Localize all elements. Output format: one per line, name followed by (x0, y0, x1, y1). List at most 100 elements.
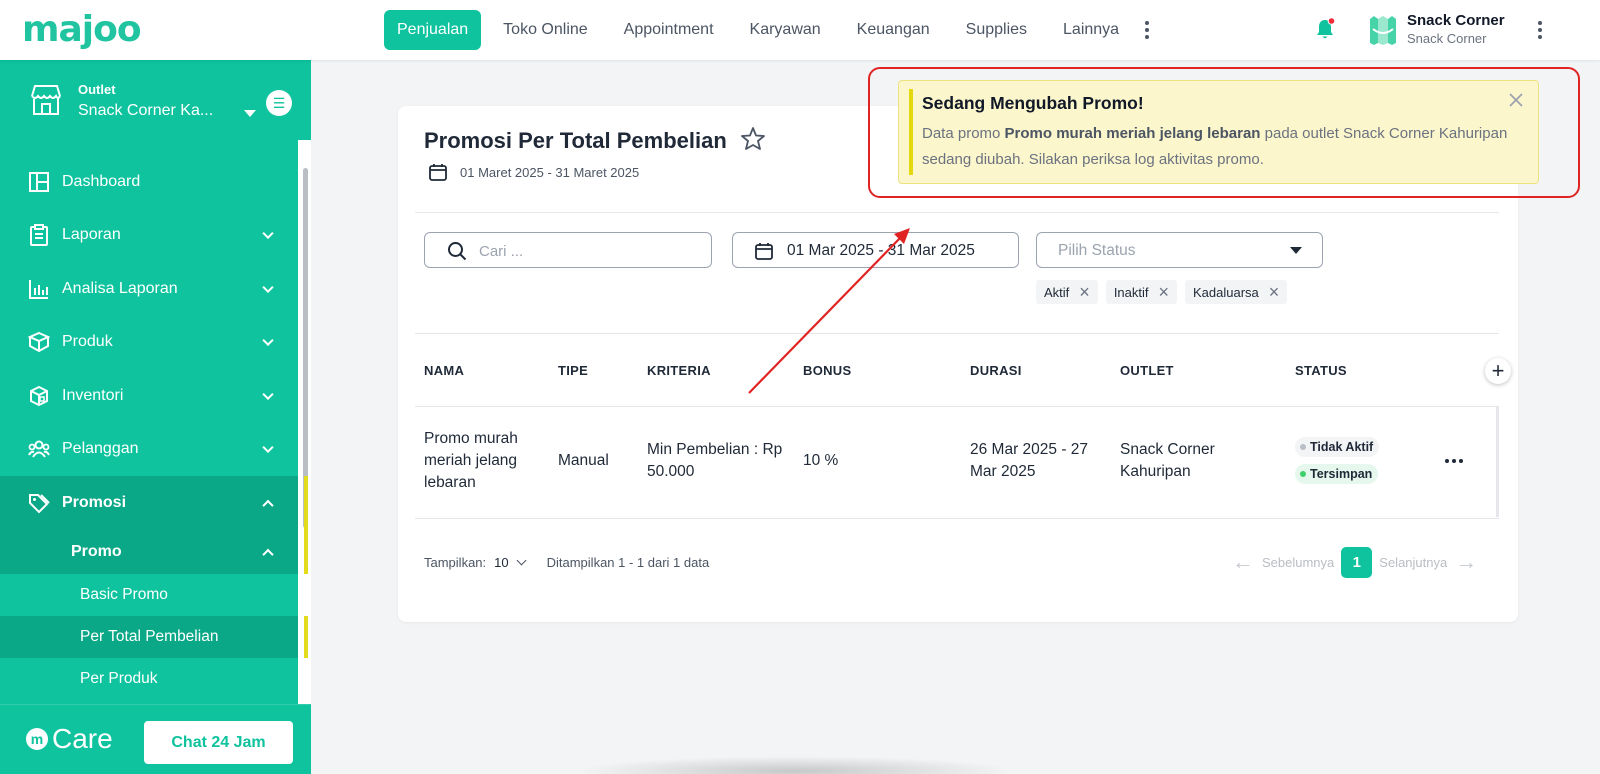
row-actions-icon[interactable] (1444, 451, 1464, 471)
user-name[interactable]: Snack Corner (1407, 12, 1505, 29)
cube-icon (28, 385, 50, 407)
column-header-durasi[interactable]: DURASI (970, 363, 1022, 378)
per-page-select[interactable]: 10 (494, 555, 527, 570)
sidebar-item-produk[interactable]: Produk (0, 316, 298, 370)
table-row[interactable]: Promo murah meriah jelang lebaran Manual… (415, 407, 1499, 517)
chip-aktif[interactable]: Aktif × (1036, 280, 1098, 304)
sidebar-item-inventori[interactable]: Inventori (0, 369, 298, 423)
column-header-kriteria[interactable]: KRITERIA (647, 363, 711, 378)
cell-bonus: 10 % (803, 452, 839, 469)
cell-outlet: Snack Corner Kahuripan (1120, 441, 1215, 480)
chevron-down-icon (262, 227, 274, 240)
toast-body-promo-name: Promo murah meriah jelang lebaran (1004, 125, 1261, 142)
bottom-shadow (575, 756, 1015, 774)
chip-kadaluarsa[interactable]: Kadaluarsa × (1185, 280, 1288, 304)
calendar-icon (755, 243, 773, 260)
nav-karyawan[interactable]: Karyawan (732, 10, 839, 50)
divider (415, 212, 1499, 213)
box-icon (28, 331, 50, 353)
nav-more-icon[interactable] (1137, 15, 1157, 45)
logo-text: majoo (22, 8, 142, 50)
status-text: Tersimpan (1310, 467, 1373, 481)
sidebar-item-pelanggan[interactable]: Pelanggan (0, 423, 298, 477)
column-header-bonus[interactable]: BONUS (803, 363, 851, 378)
sidebar-scrollbar-thumb[interactable] (303, 168, 308, 528)
table-scrollbar[interactable] (1496, 407, 1499, 517)
sidebar-item-promosi[interactable]: Promosi (0, 476, 308, 530)
next-page-button[interactable]: Selanjutnya (1379, 555, 1447, 570)
add-column-button[interactable]: + (1485, 358, 1511, 384)
per-page-value: 10 (494, 555, 509, 570)
divider (415, 333, 1499, 334)
cell-tipe: Manual (558, 452, 609, 469)
outlet-selector[interactable]: Outlet Snack Corner Ka... (0, 60, 311, 140)
active-indicator (304, 476, 308, 530)
nav-penjualan[interactable]: Penjualan (384, 10, 482, 50)
dashboard-icon (28, 171, 50, 193)
top-bar: majoo Penjualan Toko Online Appointment … (0, 0, 1600, 60)
majoo-logo[interactable]: majoo (22, 8, 142, 50)
sidebar: Outlet Snack Corner Ka... ☰ Dashboard La… (0, 60, 311, 774)
chip-label: Inaktif (1113, 284, 1149, 300)
chip-inaktif[interactable]: Inaktif × (1105, 280, 1178, 304)
sidebar-subitem-per-produk[interactable]: Per Produk (0, 658, 298, 700)
pagination-info: Tampilkan: 10 Ditampilkan 1 - 1 dari 1 d… (424, 555, 709, 570)
sidebar-subitem-promo[interactable]: Promo (0, 529, 308, 574)
page-1-button[interactable]: 1 (1341, 546, 1373, 578)
sidebar-item-label: Promosi (62, 493, 127, 511)
search-input[interactable] (479, 241, 699, 261)
search-icon (448, 242, 467, 261)
date-range-value: 01 Mar 2025 - 31 Mar 2025 (787, 242, 975, 259)
star-icon[interactable] (740, 126, 766, 152)
store-icon (31, 85, 61, 115)
majoo-care-logo: m Care (26, 723, 113, 755)
status-select[interactable]: Pilih Status (1036, 232, 1323, 268)
prev-page-button[interactable]: Sebelumnya (1262, 555, 1334, 570)
chip-label: Kadaluarsa (1193, 284, 1259, 300)
column-header-nama[interactable]: NAMA (424, 363, 464, 378)
chat-24-jam-button[interactable]: Chat 24 Jam (144, 721, 293, 764)
column-header-outlet[interactable]: OUTLET (1120, 363, 1174, 378)
cell-nama: Promo murah meriah jelang lebaran (424, 430, 518, 491)
cell-durasi: 26 Mar 2025 - 27 Mar 2025 (970, 441, 1089, 480)
sidebar-item-label: Analisa Laporan (62, 279, 178, 297)
plus-icon: + (1491, 358, 1505, 383)
search-field[interactable] (424, 232, 712, 268)
page-date-range: 01 Maret 2025 - 31 Maret 2025 (460, 165, 640, 180)
user-menu-icon[interactable] (1530, 15, 1550, 45)
sidebar-item-laporan[interactable]: Laporan (0, 209, 298, 263)
status-badge-tersimpan: Tersimpan (1295, 464, 1379, 484)
toast-title: Sedang Mengubah Promo! (922, 93, 1144, 113)
sidebar-subitem-per-total-pembelian[interactable]: Per Total Pembelian (0, 615, 308, 658)
close-icon[interactable]: × (1079, 283, 1090, 301)
status-placeholder: Pilih Status (1058, 242, 1136, 259)
arrow-left-icon[interactable]: ← (1232, 549, 1254, 575)
date-range-picker[interactable]: 01 Mar 2025 - 31 Mar 2025 (732, 232, 1019, 268)
collapse-sidebar-button[interactable]: ☰ (266, 90, 292, 116)
sidebar-item-dashboard[interactable]: Dashboard (0, 155, 298, 209)
sidebar-item-analisa-laporan[interactable]: Analisa Laporan (0, 262, 298, 316)
close-icon[interactable] (1506, 90, 1526, 110)
bell-icon[interactable] (1314, 17, 1336, 41)
nav-appointment[interactable]: Appointment (606, 10, 732, 50)
clipboard-icon (28, 224, 50, 247)
divider (415, 518, 1499, 519)
nav-toko-online[interactable]: Toko Online (485, 10, 606, 50)
chevron-down-icon (516, 555, 527, 566)
sidebar-subitem-basic-promo[interactable]: Basic Promo (0, 574, 298, 616)
page-title: Promosi Per Total Pembelian (424, 128, 727, 153)
nav-lainnya[interactable]: Lainnya (1045, 10, 1137, 50)
sidebar-item-label: Pelanggan (62, 440, 139, 458)
chevron-down-icon (262, 388, 274, 400)
sidebar-item-label: Produk (62, 333, 113, 351)
sidebar-item-label: Inventori (62, 386, 124, 404)
outlet-avatar-icon[interactable] (1368, 13, 1398, 47)
arrow-right-icon[interactable]: → (1455, 549, 1477, 575)
column-header-tipe[interactable]: TIPE (558, 363, 588, 378)
close-icon[interactable]: × (1269, 283, 1280, 301)
active-indicator (304, 615, 308, 658)
column-header-status[interactable]: STATUS (1295, 363, 1347, 378)
nav-supplies[interactable]: Supplies (948, 10, 1045, 50)
close-icon[interactable]: × (1159, 283, 1170, 301)
nav-keuangan[interactable]: Keuangan (839, 10, 948, 50)
